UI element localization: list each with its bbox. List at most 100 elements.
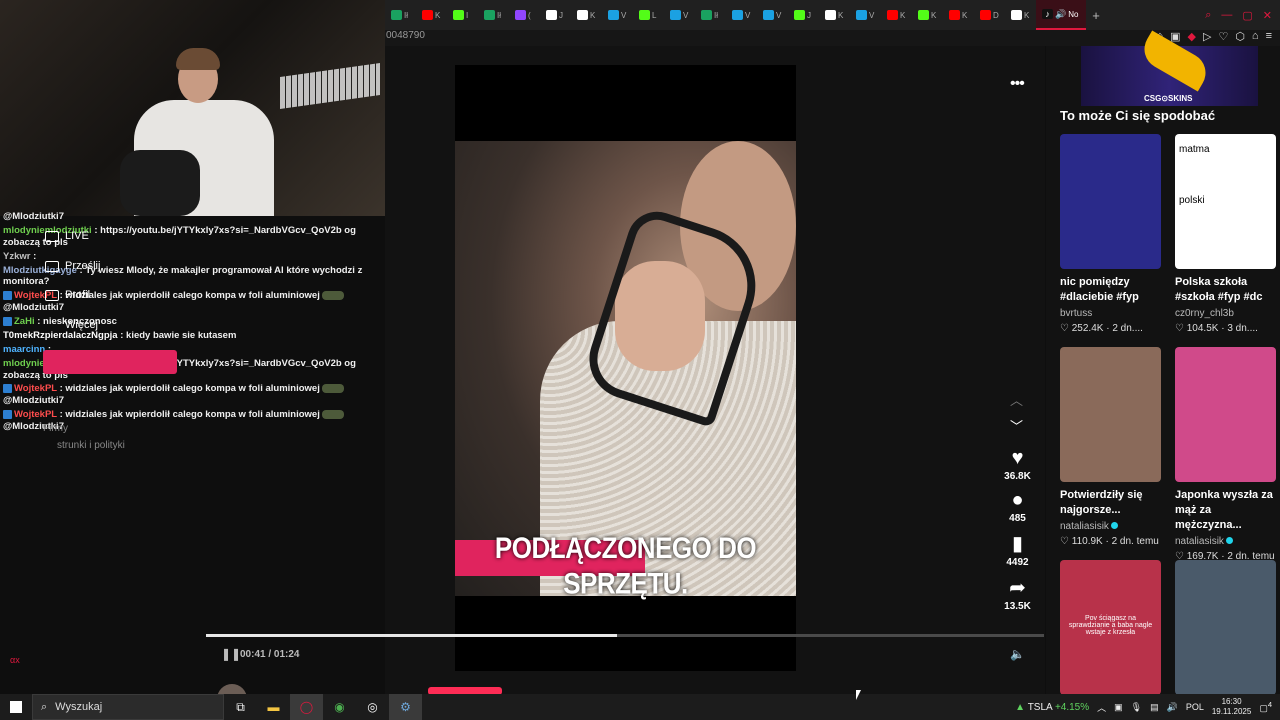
chat-nick[interactable]: T0mekRzpierdalaczNgpja	[3, 330, 118, 341]
recommended-video-card[interactable]: Japonka wyszła za mąż za mężczyzna... nat…	[1175, 347, 1276, 562]
kick-icon	[639, 10, 650, 20]
chat-separator: :	[91, 224, 101, 236]
play-icon[interactable]: ▷	[1203, 30, 1211, 43]
steam-icon[interactable]: ⚙	[389, 694, 422, 720]
browser-tab[interactable]: V	[664, 0, 695, 30]
card-title[interactable]: Polska szkoła #szkoła #fyp #dc	[1175, 275, 1276, 305]
tab-active-tiktok[interactable]: ♪ 🔊 No	[1036, 0, 1086, 30]
browser-tab[interactable]: K	[943, 0, 974, 30]
browser-tab[interactable]: V	[726, 0, 757, 30]
recommended-video-card[interactable]	[1175, 560, 1276, 695]
obs-icon[interactable]: ◎	[356, 694, 389, 720]
next-video-icon[interactable]: ﹀	[1010, 416, 1023, 435]
stock-ticker[interactable]: ▲ TSLA +4.15%	[1015, 702, 1089, 713]
previous-video-icon[interactable]: ︿	[1010, 390, 1023, 409]
speaker-icon[interactable]: 🔊	[1167, 702, 1178, 713]
recommended-video-card[interactable]: Pov ściągasz na sprawdzianie a baba nagl…	[1060, 560, 1161, 695]
video-thumbnail[interactable]	[1060, 347, 1161, 482]
card-user[interactable]: cz0rny_chl3b	[1175, 308, 1276, 319]
chat-nick[interactable]: Yzkwr	[3, 251, 30, 262]
share-button[interactable]: ➦ 13.5K	[1000, 578, 1035, 612]
browser-tab[interactable]: V	[602, 0, 633, 30]
heart-icon[interactable]: ♡	[1218, 30, 1228, 43]
recommended-video-card[interactable]: nic pomiędzy #dlaciebie #fyp bvrtuss ♡ 252…	[1060, 134, 1161, 334]
clock-date: 19.11.2025	[1211, 707, 1252, 716]
video-thumbnail[interactable]	[1175, 560, 1276, 695]
browser-tab[interactable]: D	[974, 0, 1005, 30]
browser-tab[interactable]: K	[912, 0, 943, 30]
search-tabs-icon[interactable]: ⌕	[1205, 9, 1211, 22]
start-button[interactable]	[0, 694, 32, 720]
video-content[interactable]	[455, 141, 796, 596]
menu-item-profile[interactable]: Profil	[45, 289, 90, 301]
card-user[interactable]: nataliasisik	[1175, 536, 1276, 547]
card-title[interactable]: nic pomiędzy #dlaciebie #fyp	[1060, 275, 1161, 305]
bookmark-count: 4492	[1006, 557, 1029, 568]
menu-item-label: Prześlij	[65, 260, 101, 272]
minimize-icon[interactable]: —	[1221, 9, 1232, 22]
tray-app-icon[interactable]: ▣	[1114, 702, 1123, 713]
menu-item-live[interactable]: LIVE	[45, 230, 89, 242]
chat-reply-mention[interactable]: @Mlodziutki7	[3, 302, 382, 314]
video-thumbnail[interactable]	[1175, 347, 1276, 482]
browser-tab[interactable]: V	[757, 0, 788, 30]
mic-icon[interactable]: 🎙	[1131, 702, 1142, 713]
tray-chevron-icon[interactable]: ︿	[1097, 701, 1106, 714]
card-title[interactable]: Japonka wyszła za mąż za mężczyzna...	[1175, 488, 1276, 533]
browser-tab[interactable]: K	[819, 0, 850, 30]
search-icon: ⌕	[41, 700, 48, 713]
browser-tab[interactable]: I	[447, 0, 478, 30]
browser-tab[interactable]: K	[416, 0, 447, 30]
task-view-icon[interactable]: ⧉	[224, 694, 257, 720]
taskbar-search[interactable]: ⌕ Wyszukaj	[32, 694, 224, 720]
card-title[interactable]: Potwierdziły się najgorsze...	[1060, 488, 1161, 518]
browser-tab[interactable]: J	[788, 0, 819, 30]
menu-icon[interactable]: ≡	[1266, 30, 1272, 43]
chat-nick[interactable]: ZaHi	[14, 316, 35, 327]
card-user[interactable]: bvrtuss	[1060, 308, 1161, 319]
bookmark-button[interactable]: ▮ 4492	[1000, 534, 1035, 568]
clock[interactable]: 16:30 19.11.2025	[1212, 697, 1251, 716]
like-button[interactable]: ♥ 36.8K	[1000, 448, 1035, 482]
chat-nick[interactable]: WojtekPL	[14, 409, 57, 420]
language-indicator[interactable]: POL	[1186, 702, 1204, 712]
extensions-icon[interactable]: ⬡	[1235, 30, 1245, 43]
browser-tab[interactable]: K	[571, 0, 602, 30]
comment-button[interactable]: ● 485	[1000, 490, 1035, 524]
recommended-video-card[interactable]: Potwierdziły się najgorsze... nataliasisi…	[1060, 347, 1161, 547]
browser-tab[interactable]: L	[633, 0, 664, 30]
maximize-icon[interactable]: ▢	[1242, 9, 1252, 22]
pause-icon[interactable]: ❚❚	[221, 647, 241, 661]
recommended-video-card[interactable]: matma polski Polska szkoła #szkoła #fyp #d…	[1175, 134, 1276, 334]
video-thumbnail[interactable]: Pov ściągasz na sprawdzianie a baba nagl…	[1060, 560, 1161, 695]
more-options-icon[interactable]: •••	[1010, 75, 1025, 93]
opera-icon[interactable]: ◯	[290, 694, 323, 720]
menu-item-upload[interactable]: Prześlij	[45, 260, 100, 272]
browser-tab[interactable]: K	[881, 0, 912, 30]
close-icon[interactable]: ✕	[1263, 9, 1272, 22]
file-explorer-icon[interactable]: ▬	[257, 694, 290, 720]
video-thumbnail[interactable]	[1060, 134, 1161, 269]
browser-tab[interactable]: K	[1005, 0, 1036, 30]
chat-reply-mention[interactable]: @Mlodziutki7	[3, 395, 382, 407]
menu-item-more[interactable]: Więcej	[45, 319, 98, 331]
notification-icon[interactable]: ▢4	[1259, 700, 1272, 714]
chat-nick[interactable]: WojtekPL	[14, 383, 57, 394]
browser-tab[interactable]: Ił	[695, 0, 726, 30]
chrome-icon[interactable]: ◉	[323, 694, 356, 720]
video-thumbnail[interactable]: matma polski	[1175, 134, 1276, 269]
lock-icon[interactable]: ⌂	[1252, 30, 1259, 43]
chat-nick[interactable]: maarcinn	[3, 344, 45, 355]
new-tab-button[interactable]: +	[1086, 8, 1106, 23]
card-user[interactable]: nataliasisik	[1060, 521, 1161, 532]
edge-icon	[732, 10, 743, 20]
browser-tab[interactable]: Ił	[385, 0, 416, 30]
network-icon[interactable]: ▤	[1150, 702, 1159, 713]
browser-tab[interactable]: (	[509, 0, 540, 30]
browser-tab[interactable]: J	[540, 0, 571, 30]
video-progress-bar[interactable]	[206, 634, 1044, 637]
browser-tab[interactable]: V	[850, 0, 881, 30]
browser-tab[interactable]: Ił	[478, 0, 509, 30]
pocket-icon[interactable]: ◆	[1188, 30, 1196, 43]
volume-icon[interactable]: 🔈	[1010, 647, 1025, 661]
